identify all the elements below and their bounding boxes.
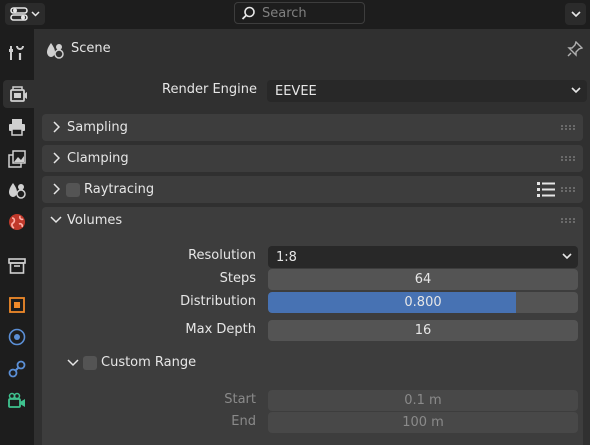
editor-type-button[interactable] [5,3,45,25]
properties-main: Scene Render Engine EEVEE Sampling Clamp… [34,29,590,445]
chevron-down-icon [31,11,40,17]
chevron-down-icon [571,87,581,94]
pin-icon[interactable] [567,41,583,57]
start-label: Start [224,392,256,407]
panel-title-raytracing: Raytracing [84,182,155,197]
view-layer-icon [8,150,26,168]
chevron-down-icon [50,216,62,224]
search-placeholder: Search [262,5,307,21]
presets-list-icon[interactable] [537,182,555,197]
end-label: End [231,414,256,429]
context-title: Scene [71,41,111,56]
drag-handle-icon[interactable] [561,187,575,192]
panel-sampling[interactable]: Sampling [42,114,583,141]
render-camera-icon [9,86,27,102]
resolution-label: Resolution [188,248,256,263]
properties-tab-bar [0,29,34,445]
collection-box-icon [8,258,26,274]
world-globe-icon [9,214,25,230]
resolution-value: 1:8 [276,249,297,265]
panel-raytracing[interactable]: Raytracing [42,176,583,203]
chevron-down-icon [570,10,581,17]
tab-world[interactable] [3,208,31,236]
panel-title-volumes: Volumes [67,213,123,228]
chevron-down-icon [67,359,79,367]
volumes-panel-body: Resolution 1:8 Steps 64 Distribution 0.8… [42,234,583,445]
chevron-right-icon [53,121,60,133]
distribution-label: Distribution [180,294,256,309]
end-value: 100 m [402,415,444,430]
camera-data-icon [8,392,25,408]
max-depth-label: Max Depth [185,322,256,337]
render-engine-value: EEVEE [275,83,317,99]
tab-data[interactable] [3,387,31,415]
drag-handle-icon[interactable] [561,218,575,223]
tab-object[interactable] [3,291,31,319]
properties-editor-icon [10,7,28,21]
tab-collection[interactable] [3,252,31,280]
panel-clamping[interactable]: Clamping [42,145,583,172]
properties-header: Search [0,0,590,29]
tab-view-layer[interactable] [3,145,31,173]
tab-constraints[interactable] [3,355,31,383]
tab-physics[interactable] [3,323,31,351]
chevron-right-icon [53,183,60,195]
scene-icon [9,183,26,199]
steps-field[interactable]: 64 [268,269,578,290]
render-engine-label: Render Engine [162,82,257,97]
steps-value: 64 [414,272,432,287]
tool-icon [9,45,24,60]
physics-orbit-icon [8,328,26,346]
tab-tool[interactable] [3,39,31,67]
start-value: 0.1 m [404,393,442,408]
tab-scene[interactable] [3,176,31,204]
search-icon [241,6,255,20]
tab-render[interactable] [3,80,34,108]
chevron-right-icon [53,152,60,164]
tab-output[interactable] [3,113,31,141]
custom-range-checkbox[interactable] [83,356,97,370]
options-dropdown-button[interactable] [565,3,586,25]
drag-handle-icon[interactable] [561,125,575,130]
custom-range-label: Custom Range [101,355,197,370]
distribution-slider-fill [268,292,516,313]
render-engine-dropdown[interactable]: EEVEE [267,80,587,102]
panel-title-clamping: Clamping [67,151,129,166]
constraints-icon [8,360,26,378]
raytracing-checkbox[interactable] [66,183,80,197]
resolution-dropdown[interactable]: 1:8 [268,246,578,268]
steps-label: Steps [219,271,256,286]
start-field[interactable]: 0.1 m [268,390,578,411]
custom-range-subpanel-header[interactable]: Custom Range [58,351,358,375]
scene-icon [47,43,64,59]
object-icon [9,297,25,313]
output-printer-icon [9,119,25,136]
max-depth-field[interactable]: 16 [268,320,578,341]
max-depth-value: 16 [414,323,432,338]
panel-title-sampling: Sampling [67,120,128,135]
drag-handle-icon[interactable] [561,156,575,161]
distribution-value: 0.800 [404,295,442,310]
chevron-down-icon [562,253,572,260]
end-field[interactable]: 100 m [268,412,578,433]
search-input[interactable]: Search [234,2,365,24]
distribution-slider[interactable]: 0.800 [268,292,578,313]
panel-volumes[interactable]: Volumes [42,207,583,234]
